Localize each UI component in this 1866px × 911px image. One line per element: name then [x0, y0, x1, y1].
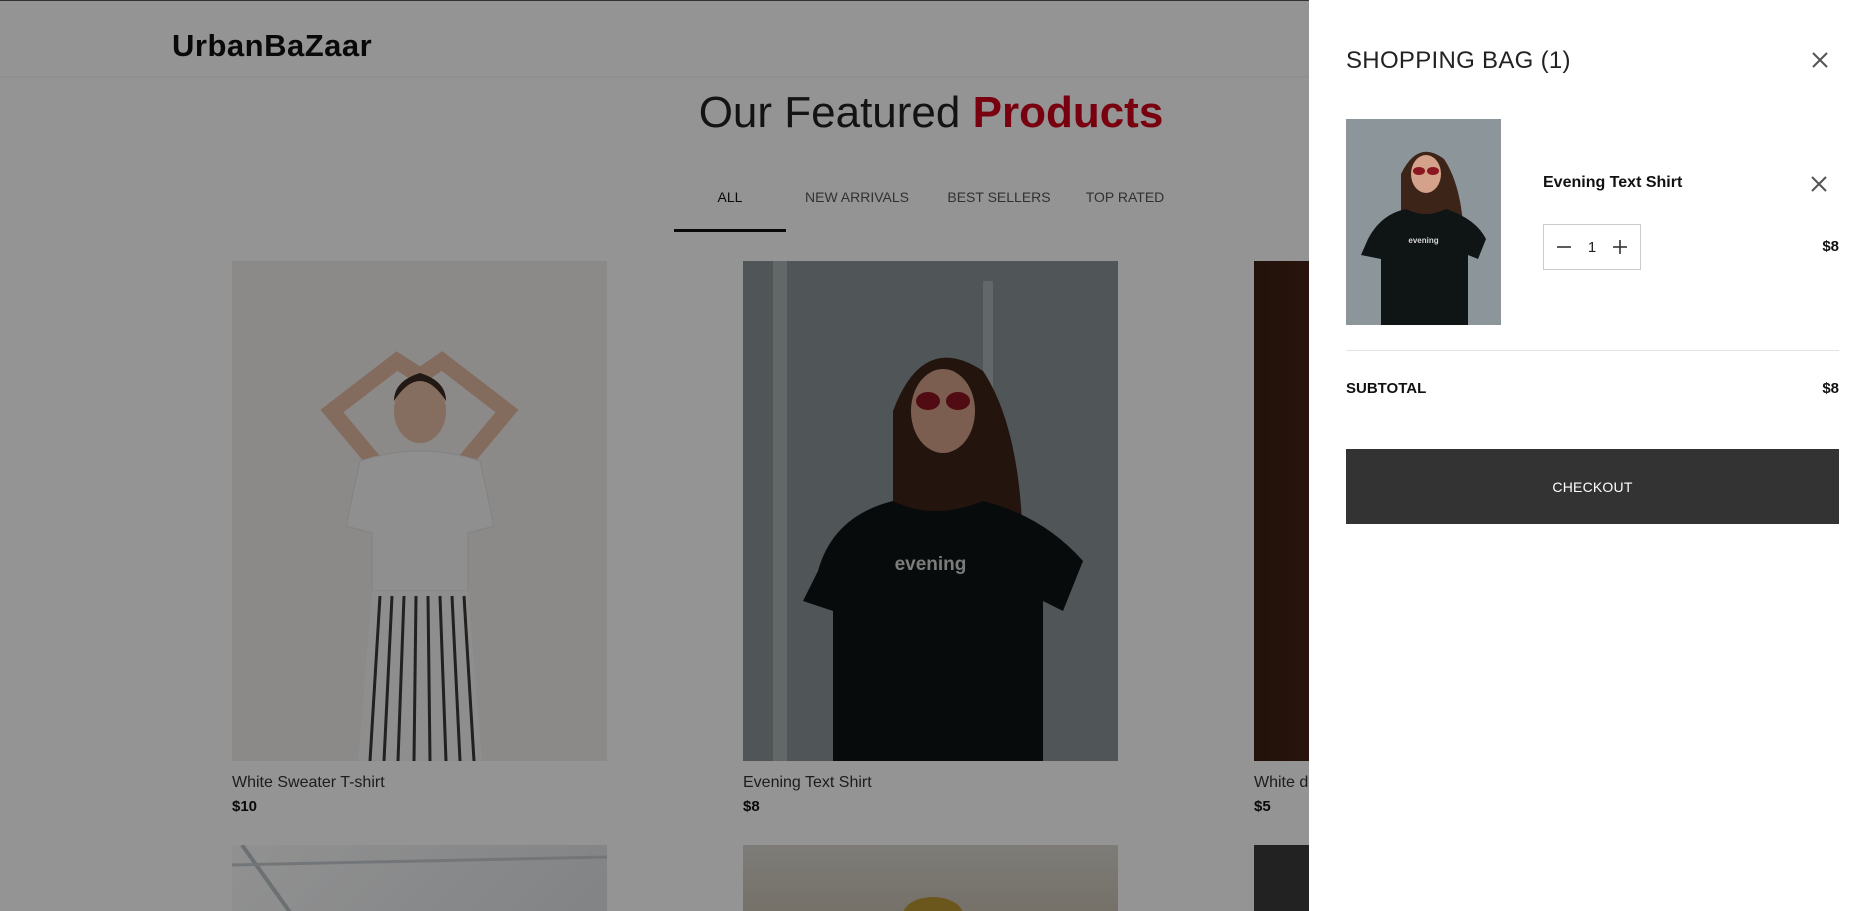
cart-item-photo: [1346, 119, 1501, 325]
divider: [1346, 350, 1839, 351]
checkout-button[interactable]: CHECKOUT: [1346, 449, 1839, 524]
cart-item-price: $8: [1822, 238, 1839, 255]
subtotal-value: $8: [1822, 380, 1839, 397]
close-icon[interactable]: [1809, 49, 1831, 71]
close-icon[interactable]: [1809, 174, 1829, 194]
cart-item-print-text: evening: [1408, 236, 1439, 245]
subtotal-label: SUBTOTAL: [1346, 380, 1427, 397]
shopping-bag-drawer: SHOPPING BAG (1) evening Evening Text Sh…: [1309, 0, 1866, 911]
quantity-value[interactable]: 1: [1588, 239, 1596, 256]
drawer-title: SHOPPING BAG (1): [1346, 47, 1571, 74]
quantity-stepper: 1: [1543, 224, 1641, 270]
cart-item-image[interactable]: evening: [1346, 119, 1501, 325]
minus-icon[interactable]: [1556, 239, 1572, 255]
plus-icon[interactable]: [1612, 239, 1628, 255]
cart-item-name[interactable]: Evening Text Shirt: [1543, 174, 1682, 192]
